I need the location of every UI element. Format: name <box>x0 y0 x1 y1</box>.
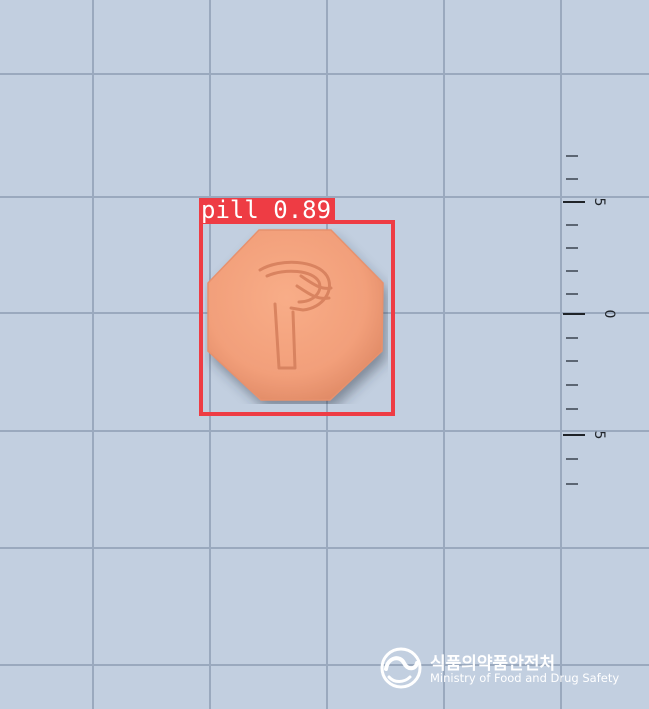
ruler-tick <box>566 483 578 485</box>
ruler-label: 5 <box>591 430 607 440</box>
ruler-tick-major <box>563 313 585 315</box>
taegeuk-swirl-icon <box>380 647 422 689</box>
ruler-tick-major <box>563 201 585 203</box>
grid-line <box>0 430 649 432</box>
ruler-tick <box>566 247 578 249</box>
pill-photo: 5 0 5 pill 0.89 식품의약품안전처 Ministry of Foo… <box>0 0 649 709</box>
ruler-tick <box>566 270 578 272</box>
ruler-tick <box>566 384 578 386</box>
ruler-tick-major <box>563 434 585 436</box>
ruler-tick <box>566 458 578 460</box>
ruler-label: 0 <box>601 309 617 319</box>
grid-line <box>92 0 94 709</box>
detection-label: pill 0.89 <box>199 198 336 222</box>
ruler-tick <box>566 293 578 295</box>
ruler-tick <box>566 360 578 362</box>
ruler-tick <box>566 408 578 410</box>
ruler-tick <box>566 178 578 180</box>
detection-bounding-box <box>199 220 395 416</box>
grid-line <box>443 0 445 709</box>
ruler-label: 5 <box>591 197 607 207</box>
ruler-tick <box>566 155 578 157</box>
grid-line <box>0 73 649 75</box>
ruler-tick <box>566 337 578 339</box>
watermark-organization-english: Ministry of Food and Drug Safety <box>430 671 620 685</box>
grid-line <box>560 0 562 709</box>
grid-line <box>0 547 649 549</box>
ruler-tick <box>566 224 578 226</box>
